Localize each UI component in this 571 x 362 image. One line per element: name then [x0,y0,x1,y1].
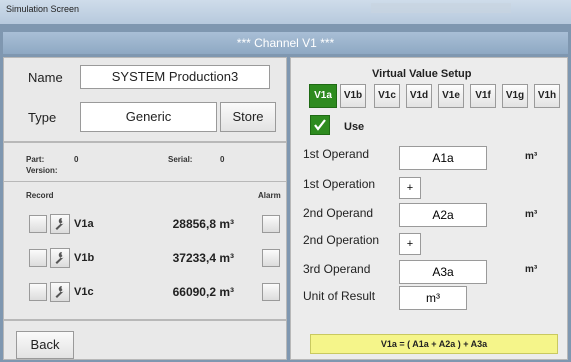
row-name-v1a: V1a [74,218,94,230]
settings-button-v1b[interactable] [50,248,70,268]
type-field[interactable]: Generic [80,102,217,132]
tab-v1g[interactable]: V1g [502,84,528,108]
operation1-label: 1st Operation [303,177,376,191]
record-checkbox-v1b[interactable] [29,249,47,267]
window-title-bar: Simulation Screen [0,0,571,24]
wrench-icon [55,285,64,298]
row-value-v1c: 66090,2 m³ [172,285,234,299]
left-record-panel: Part: 0 Serial: 0 Version: Record Alarm … [3,142,287,320]
formula-text: V1a = ( A1a + A2a ) + A3a [380,339,488,349]
operand3-label: 3rd Operand [303,262,371,276]
serial-value: 0 [220,155,225,164]
type-label: Type [28,110,57,125]
blurred-title-area [371,3,511,13]
divider [4,181,286,182]
alarm-label: Alarm [258,191,281,200]
row-value-v1b: 37233,4 m³ [172,251,234,265]
part-label: Part: [26,155,45,164]
operand2-unit: m³ [525,209,538,220]
unit-of-result-label: Unit of Result [303,289,376,303]
checkmark-icon [314,119,326,131]
alarm-checkbox-v1a[interactable] [262,215,280,233]
name-field[interactable]: SYSTEM Production3 [80,65,270,89]
use-checkbox[interactable] [310,115,330,135]
row-name-v1c: V1c [74,286,94,298]
part-value: 0 [74,155,79,164]
name-label: Name [28,70,63,85]
alarm-checkbox-v1b[interactable] [262,249,280,267]
operand3-field[interactable]: A3a [399,260,487,284]
serial-label: Serial: [168,155,193,164]
row-value-v1a: 28856,8 m³ [172,217,234,231]
unit-of-result-field[interactable]: m³ [399,286,467,310]
tab-v1d[interactable]: V1d [406,84,432,108]
tab-v1a[interactable]: V1a [309,84,337,108]
back-button[interactable]: Back [16,331,74,359]
record-label: Record [26,191,54,200]
alarm-checkbox-v1c[interactable] [262,283,280,301]
operand1-unit: m³ [525,151,538,162]
tab-v1f[interactable]: V1f [470,84,496,108]
channel-header: *** Channel V1 *** [3,32,568,54]
operation1-field[interactable]: + [399,177,421,199]
operation2-label: 2nd Operation [303,233,380,247]
setup-title: Virtual Value Setup [372,68,472,80]
operand1-label: 1st Operand [303,147,370,161]
operation2-field[interactable]: + [399,233,421,255]
tab-v1c[interactable]: V1c [374,84,400,108]
use-label: Use [344,121,365,133]
row-name-v1b: V1b [74,252,95,264]
settings-button-v1c[interactable] [50,282,70,302]
formula-bar: V1a = ( A1a + A2a ) + A3a [310,334,558,354]
window-title: Simulation Screen [6,4,80,14]
version-label: Version: [26,166,58,175]
record-checkbox-v1a[interactable] [29,215,47,233]
operand2-label: 2nd Operand [303,206,374,220]
wrench-icon [55,251,64,264]
store-button[interactable]: Store [220,102,276,132]
operand1-field[interactable]: A1a [399,146,487,170]
operand3-unit: m³ [525,264,538,275]
record-checkbox-v1c[interactable] [29,283,47,301]
operand2-field[interactable]: A2a [399,203,487,227]
tab-v1b[interactable]: V1b [340,84,366,108]
left-info-panel: Name SYSTEM Production3 Type Generic Sto… [3,57,287,142]
settings-button-v1a[interactable] [50,214,70,234]
tab-v1h[interactable]: V1h [534,84,560,108]
wrench-icon [55,217,64,230]
tab-v1e[interactable]: V1e [438,84,464,108]
left-bottom-panel: Back [3,320,287,360]
